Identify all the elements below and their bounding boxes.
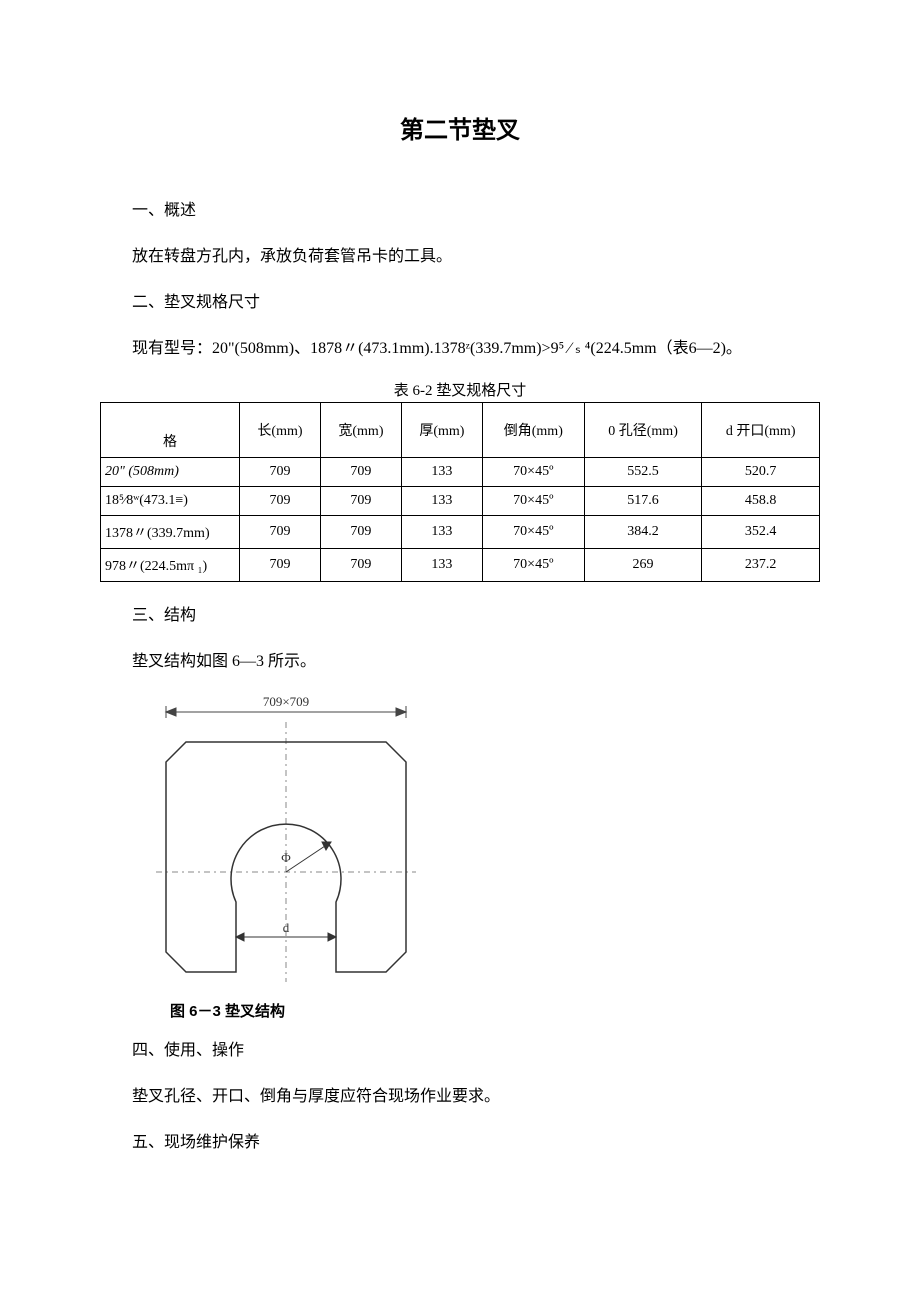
th-diameter: 0 孔径(mm) xyxy=(584,403,702,458)
section-2-text: 现有型号：20"(508mm)、1878〃(473.1mm).1378ᶻ(339… xyxy=(100,333,820,365)
table-row: 18⁵⁄8ʷ(473.1≡) 709 709 133 70×45º 517.6 … xyxy=(101,487,820,516)
cell-chamfer: 70×45º xyxy=(482,487,584,516)
cell-width: 709 xyxy=(320,487,401,516)
cell-opening: 352.4 xyxy=(702,516,820,549)
th-length: 长(mm) xyxy=(240,403,321,458)
cell-thick: 133 xyxy=(401,516,482,549)
cell-opening: 458.8 xyxy=(702,487,820,516)
diagram-icon: 709×709 Φ d xyxy=(136,692,436,992)
cell-spec: 20" (508mm) xyxy=(101,458,240,487)
cell-diameter: 384.2 xyxy=(584,516,702,549)
spec-table: 格 长(mm) 宽(mm) 厚(mm) 倒角(mm) 0 孔径(mm) d 开口… xyxy=(100,402,820,582)
cell-opening: 520.7 xyxy=(702,458,820,487)
th-opening: d 开口(mm) xyxy=(702,403,820,458)
cell-opening: 237.2 xyxy=(702,549,820,582)
cell-width: 709 xyxy=(320,458,401,487)
th-chamfer: 倒角(mm) xyxy=(482,403,584,458)
th-width: 宽(mm) xyxy=(320,403,401,458)
cell-chamfer: 70×45º xyxy=(482,458,584,487)
th-thick: 厚(mm) xyxy=(401,403,482,458)
cell-chamfer: 70×45º xyxy=(482,516,584,549)
section-5-heading: 五、现场维护保养 xyxy=(100,1127,820,1159)
cell-length: 709 xyxy=(240,458,321,487)
cell-spec: 18⁵⁄8ʷ(473.1≡) xyxy=(101,487,240,516)
cell-spec: 978〃(224.5mπ ₁) xyxy=(101,549,240,582)
cell-chamfer: 70×45º xyxy=(482,549,584,582)
section-3-heading: 三、结构 xyxy=(100,600,820,632)
section-4-heading: 四、使用、操作 xyxy=(100,1035,820,1067)
d-label: d xyxy=(283,920,290,935)
dim-top-label: 709×709 xyxy=(263,694,309,709)
section-4-text: 垫叉孔径、开口、倒角与厚度应符合现场作业要求。 xyxy=(100,1081,820,1113)
figure-6-3: 709×709 Φ d xyxy=(136,692,820,992)
document-page: 第二节垫叉 一、概述 放在转盘方孔内，承放负荷套管吊卡的工具。 二、垫叉规格尺寸… xyxy=(0,0,920,1233)
cell-thick: 133 xyxy=(401,458,482,487)
cell-length: 709 xyxy=(240,549,321,582)
cell-length: 709 xyxy=(240,487,321,516)
table-row: 978〃(224.5mπ ₁) 709 709 133 70×45º 269 2… xyxy=(101,549,820,582)
table-row: 1378〃(339.7mm) 709 709 133 70×45º 384.2 … xyxy=(101,516,820,549)
table-caption: 表 6-2 垫叉规格尺寸 xyxy=(100,379,820,400)
section-1-heading: 一、概述 xyxy=(100,195,820,227)
phi-label: Φ xyxy=(281,850,291,865)
cell-diameter: 517.6 xyxy=(584,487,702,516)
cell-diameter: 552.5 xyxy=(584,458,702,487)
table-row: 20" (508mm) 709 709 133 70×45º 552.5 520… xyxy=(101,458,820,487)
cell-thick: 133 xyxy=(401,549,482,582)
cell-spec: 1378〃(339.7mm) xyxy=(101,516,240,549)
section-3-text: 垫叉结构如图 6—3 所示。 xyxy=(100,646,820,678)
page-title: 第二节垫叉 xyxy=(100,110,820,145)
th-spec: 格 xyxy=(101,403,240,458)
cell-diameter: 269 xyxy=(584,549,702,582)
cell-thick: 133 xyxy=(401,487,482,516)
cell-width: 709 xyxy=(320,549,401,582)
cell-length: 709 xyxy=(240,516,321,549)
section-1-text: 放在转盘方孔内，承放负荷套管吊卡的工具。 xyxy=(100,241,820,273)
figure-caption: 图 6－3 垫叉结构 xyxy=(170,1000,820,1021)
cell-width: 709 xyxy=(320,516,401,549)
table-header-row: 格 长(mm) 宽(mm) 厚(mm) 倒角(mm) 0 孔径(mm) d 开口… xyxy=(101,403,820,458)
section-2-heading: 二、垫叉规格尺寸 xyxy=(100,287,820,319)
